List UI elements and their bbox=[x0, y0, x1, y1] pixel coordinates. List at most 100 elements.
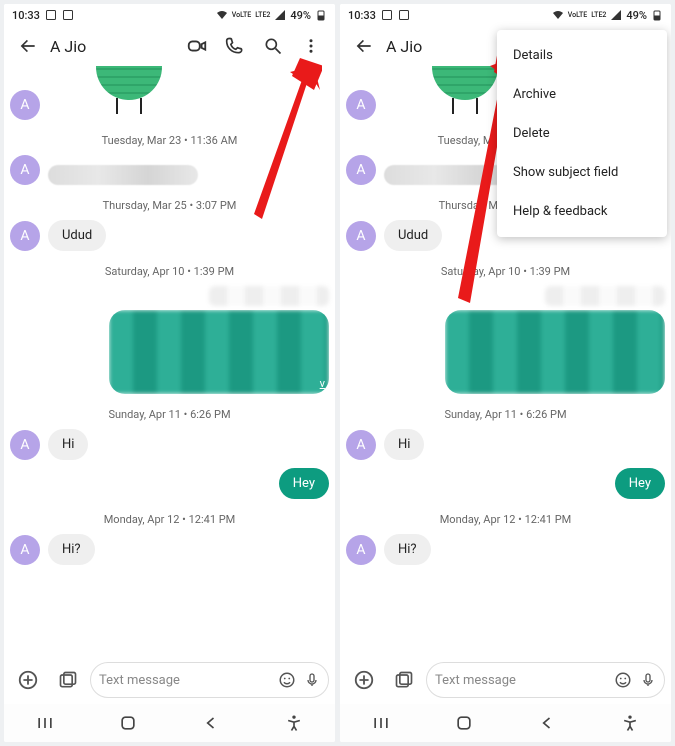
nav-bar bbox=[340, 704, 671, 742]
message-input[interactable]: Text message bbox=[426, 662, 665, 698]
network-label: LTE2 bbox=[591, 11, 606, 19]
timestamp: Saturday, Apr 10 • 1:39 PM bbox=[10, 265, 329, 278]
chat-body[interactable]: A Tuesday, Mar 23 • 11:36 AM A Thursday,… bbox=[4, 66, 335, 684]
back-nav-icon[interactable] bbox=[537, 713, 557, 733]
accessibility-nav-icon[interactable] bbox=[620, 713, 640, 733]
timestamp: Monday, Apr 12 • 12:41 PM bbox=[10, 513, 329, 526]
notif-icon-2 bbox=[398, 9, 410, 21]
message-in[interactable]: Hi bbox=[384, 429, 424, 460]
message-in[interactable]: Hi? bbox=[48, 534, 95, 565]
status-bar: 10:33 VoLTE LTE2 49% bbox=[340, 4, 671, 26]
wifi-icon bbox=[216, 9, 228, 21]
signal-icon bbox=[274, 9, 286, 21]
message-input[interactable]: Text message bbox=[90, 662, 329, 698]
nav-bar bbox=[4, 704, 335, 742]
phone-icon bbox=[225, 36, 245, 56]
call-button[interactable] bbox=[217, 28, 253, 64]
battery-pct: 49% bbox=[290, 9, 311, 22]
back-nav-icon[interactable] bbox=[201, 713, 221, 733]
placeholder-text: Text message bbox=[435, 673, 606, 688]
avatar[interactable]: A bbox=[10, 430, 40, 460]
notif-icon-1 bbox=[45, 9, 57, 21]
avatar[interactable]: A bbox=[10, 221, 40, 251]
avatar[interactable]: A bbox=[346, 90, 376, 120]
recents-nav-icon[interactable] bbox=[371, 713, 391, 733]
mic-icon[interactable] bbox=[640, 671, 656, 689]
redacted-message-out: v bbox=[109, 310, 329, 394]
avatar[interactable]: A bbox=[10, 90, 40, 120]
status-bar: 10:33 VoLTE LTE2 49% bbox=[4, 4, 335, 26]
video-call-button[interactable] bbox=[179, 28, 215, 64]
recents-nav-icon[interactable] bbox=[35, 713, 55, 733]
notif-icon-2 bbox=[62, 9, 74, 21]
battery-icon bbox=[315, 9, 327, 21]
contact-name[interactable]: A Jio bbox=[50, 37, 177, 56]
timestamp: Sunday, Apr 11 • 6:26 PM bbox=[10, 408, 329, 421]
back-button[interactable] bbox=[346, 28, 382, 64]
home-nav-icon[interactable] bbox=[118, 713, 138, 733]
status-time: 10:33 bbox=[12, 9, 40, 22]
timestamp: Sunday, Apr 11 • 6:26 PM bbox=[346, 408, 665, 421]
volte-icon: VoLTE bbox=[232, 11, 251, 19]
add-button[interactable] bbox=[10, 662, 46, 698]
sticker-image bbox=[84, 66, 174, 118]
gallery-button[interactable] bbox=[50, 662, 86, 698]
redacted-line bbox=[545, 286, 665, 306]
wifi-icon bbox=[552, 9, 564, 21]
compose-bar: Text message bbox=[340, 656, 671, 704]
app-bar: A Jio bbox=[4, 26, 335, 66]
message-in[interactable]: Hi? bbox=[384, 534, 431, 565]
message-out[interactable]: Hey bbox=[279, 468, 329, 499]
menu-subject[interactable]: Show subject field bbox=[497, 153, 667, 192]
volte-icon: VoLTE bbox=[568, 11, 587, 19]
signal-icon bbox=[610, 9, 622, 21]
video-icon bbox=[186, 35, 208, 57]
network-label: LTE2 bbox=[255, 11, 270, 19]
avatar[interactable]: A bbox=[346, 221, 376, 251]
phone-right: 10:33 VoLTE LTE2 49% A Jio Details Archi… bbox=[340, 4, 671, 742]
timestamp: Tuesday, Mar 23 • 11:36 AM bbox=[10, 134, 329, 147]
timestamp: Saturday, Apr 10 • 1:39 PM bbox=[346, 265, 665, 278]
mic-icon[interactable] bbox=[304, 671, 320, 689]
redacted-message bbox=[48, 165, 198, 185]
more-vert-icon bbox=[302, 37, 320, 55]
message-in[interactable]: Udud bbox=[384, 220, 442, 251]
menu-delete[interactable]: Delete bbox=[497, 114, 667, 153]
avatar[interactable]: A bbox=[10, 535, 40, 565]
redacted-line bbox=[209, 286, 329, 306]
accessibility-nav-icon[interactable] bbox=[284, 713, 304, 733]
status-time: 10:33 bbox=[348, 9, 376, 22]
search-button[interactable] bbox=[255, 28, 291, 64]
back-arrow-icon bbox=[354, 36, 374, 56]
timestamp: Monday, Apr 12 • 12:41 PM bbox=[346, 513, 665, 526]
avatar[interactable]: A bbox=[346, 430, 376, 460]
more-button[interactable] bbox=[293, 28, 329, 64]
message-in[interactable]: Hi bbox=[48, 429, 88, 460]
home-nav-icon[interactable] bbox=[454, 713, 474, 733]
phone-left: 10:33 VoLTE LTE2 49% A Jio bbox=[4, 4, 335, 742]
message-in[interactable]: Udud bbox=[48, 220, 106, 251]
back-arrow-icon bbox=[18, 36, 38, 56]
avatar[interactable]: A bbox=[10, 155, 40, 185]
menu-details[interactable]: Details bbox=[497, 36, 667, 75]
plus-circle-icon bbox=[353, 669, 375, 691]
gallery-icon bbox=[58, 670, 78, 690]
menu-archive[interactable]: Archive bbox=[497, 75, 667, 114]
timestamp: Thursday, Mar 25 • 3:07 PM bbox=[10, 199, 329, 212]
gallery-button[interactable] bbox=[386, 662, 422, 698]
menu-help[interactable]: Help & feedback bbox=[497, 192, 667, 231]
overflow-menu: Details Archive Delete Show subject fiel… bbox=[497, 30, 667, 237]
add-button[interactable] bbox=[346, 662, 382, 698]
search-icon bbox=[263, 36, 283, 56]
avatar[interactable]: A bbox=[346, 155, 376, 185]
message-out[interactable]: Hey bbox=[615, 468, 665, 499]
plus-circle-icon bbox=[17, 669, 39, 691]
emoji-icon[interactable] bbox=[614, 671, 632, 689]
gallery-icon bbox=[394, 670, 414, 690]
avatar[interactable]: A bbox=[346, 535, 376, 565]
emoji-icon[interactable] bbox=[278, 671, 296, 689]
battery-pct: 49% bbox=[626, 9, 647, 22]
notif-icon-1 bbox=[381, 9, 393, 21]
compose-bar: Text message bbox=[4, 656, 335, 704]
back-button[interactable] bbox=[10, 28, 46, 64]
